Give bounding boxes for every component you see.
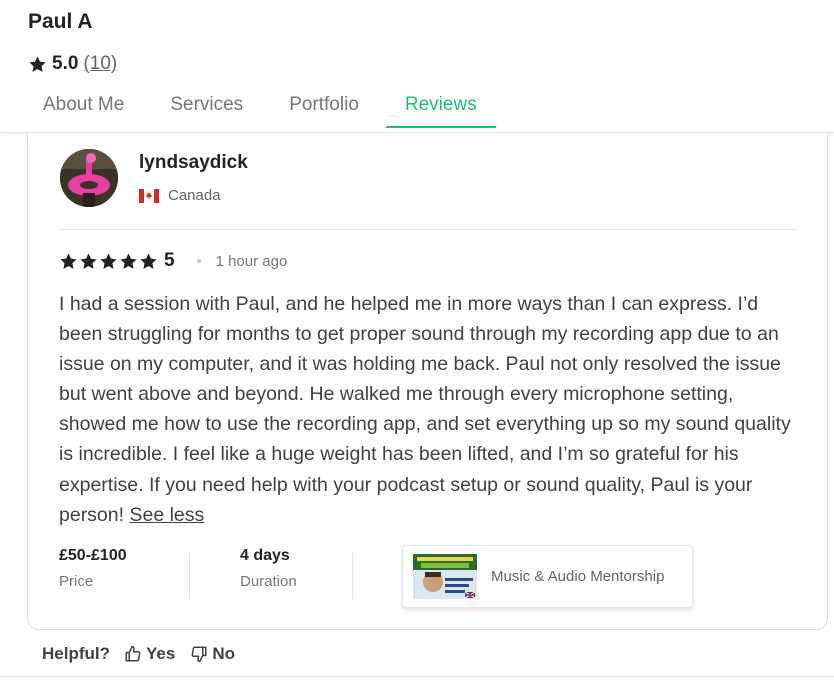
helpful-no-button[interactable]: No [190, 644, 235, 664]
separator-dot [196, 259, 201, 263]
helpful-yes-button[interactable]: Yes [124, 644, 175, 664]
duration-info: 4 days Duration [190, 547, 352, 599]
rating-score: 5.0 [52, 53, 79, 74]
see-less-link[interactable]: See less [129, 504, 204, 526]
seller-rating: 5.0 (10) [28, 53, 117, 75]
review-rating: 5 1 hour ago [59, 250, 287, 272]
gig-card[interactable]: Music & Audio Mentorship [402, 545, 693, 608]
star-icon [100, 252, 117, 269]
price-value: £50-£100 [59, 547, 127, 564]
helpful-question: Helpful? [42, 644, 110, 663]
tab-services[interactable]: Services [151, 88, 262, 128]
gig-thumbnail-image [413, 554, 477, 599]
duration-value: 4 days [240, 547, 290, 564]
gig-title: Music & Audio Mentorship [491, 568, 665, 585]
price-label: Price [59, 573, 94, 590]
helpful-yes-label: Yes [146, 644, 176, 663]
reviewer-name[interactable]: lyndsaydick [139, 152, 248, 174]
divider [59, 229, 797, 230]
profile-header: Paul A 5.0 (10) About Me Services Portfo… [0, 0, 834, 133]
meta-divider [352, 553, 353, 599]
star-icon [140, 252, 157, 269]
duration-label: Duration [240, 573, 297, 590]
tab-portfolio[interactable]: Portfolio [270, 88, 378, 128]
review-card: lyndsaydick Canada 5 1 hour ago I had a … [27, 133, 828, 630]
thumbs-down-icon [191, 646, 207, 663]
reviewer-avatar[interactable] [60, 149, 118, 207]
canada-flag-icon [139, 188, 159, 203]
rating-count-link[interactable]: (10) [83, 53, 117, 75]
reviewer-country: Canada [139, 187, 221, 204]
gig-thumbnail [413, 554, 477, 599]
review-time: 1 hour ago [215, 252, 288, 270]
seller-name: Paul A [28, 10, 93, 33]
star-icon [60, 252, 77, 269]
review-text: I had a session with Paul, and he helped… [59, 293, 791, 526]
review-body: I had a session with Paul, and he helped… [59, 289, 804, 530]
country-name: Canada [168, 187, 221, 204]
star-icon [80, 252, 97, 269]
tab-reviews[interactable]: Reviews [385, 88, 496, 128]
profile-tabs: About Me Services Portfolio Reviews [24, 88, 504, 128]
review-meta: £50-£100 Price 4 days Duration [59, 547, 353, 599]
avatar-image [60, 149, 118, 207]
star-icon [29, 55, 46, 72]
price-info: £50-£100 Price [59, 547, 189, 599]
helpful-section: Helpful? Yes No [42, 644, 235, 664]
helpful-no-label: No [212, 644, 235, 663]
thumbs-up-icon [125, 645, 141, 662]
bottom-divider [0, 676, 834, 677]
star-icon [120, 252, 137, 269]
tab-about-me[interactable]: About Me [24, 88, 143, 128]
review-score: 5 [164, 250, 175, 271]
